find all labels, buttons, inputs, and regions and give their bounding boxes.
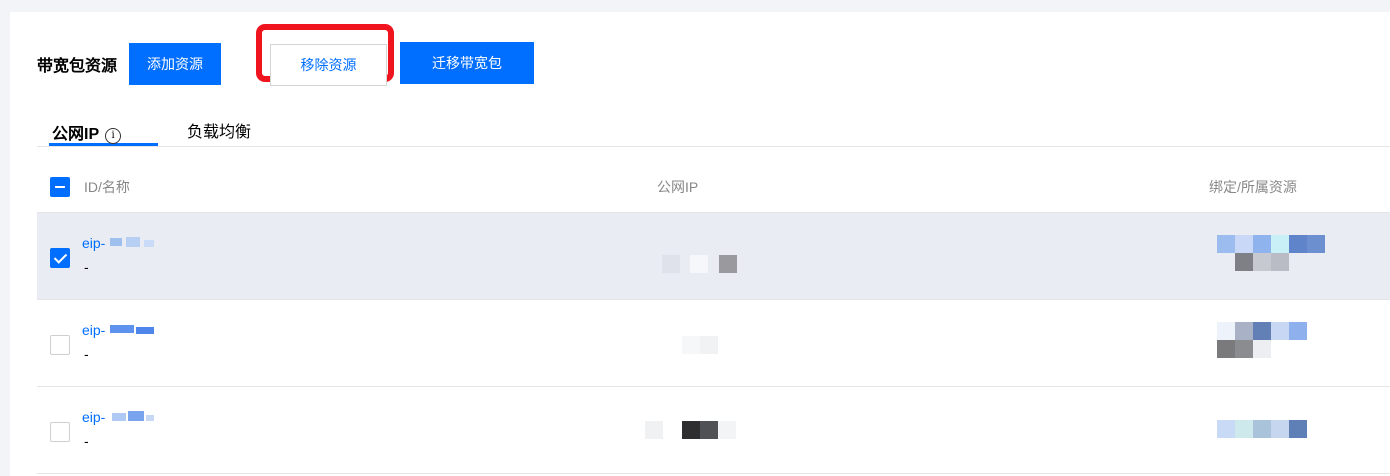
tab-public-ip[interactable]: 公网IP i <box>49 120 158 146</box>
row-checkbox[interactable] <box>50 335 70 355</box>
resource-tabs: 公网IP i 负载均衡 <box>37 112 1390 147</box>
column-header-id-name: ID/名称 <box>84 179 130 195</box>
table-header: ID/名称 公网IP 绑定/所属资源 <box>37 162 1390 213</box>
bandwidth-package-panel: 带宽包资源 添加资源 移除资源 迁移带宽包 公网IP i 负载均衡 ID/名称 公… <box>10 12 1390 476</box>
eip-name: - <box>84 346 89 362</box>
eip-id-link[interactable]: eip- <box>82 322 154 338</box>
section-title: 带宽包资源 <box>37 58 118 75</box>
table-row[interactable]: eip- - <box>37 387 1390 474</box>
row-checkbox[interactable] <box>50 422 70 442</box>
eip-id-link[interactable]: eip- <box>82 409 154 425</box>
tab-load-balancer[interactable]: 负载均衡 <box>187 118 251 144</box>
eip-id-link[interactable]: eip- <box>82 235 154 251</box>
tab-label: 公网IP <box>52 126 100 143</box>
add-resource-button[interactable]: 添加资源 <box>129 43 222 85</box>
table-row[interactable]: eip- - <box>37 213 1390 300</box>
column-header-bound-resource: 绑定/所属资源 <box>1209 179 1297 195</box>
select-all-checkbox[interactable] <box>50 177 70 197</box>
migrate-bandwidth-package-button[interactable]: 迁移带宽包 <box>400 42 534 84</box>
eip-name: - <box>84 259 89 275</box>
table-row[interactable]: eip- - <box>37 300 1390 387</box>
eip-name: - <box>84 433 89 449</box>
column-header-public-ip: 公网IP <box>657 179 699 195</box>
info-icon[interactable]: i <box>105 127 122 144</box>
row-checkbox[interactable] <box>50 248 70 268</box>
toolbar: 带宽包资源 添加资源 <box>37 42 222 86</box>
remove-resource-button[interactable]: 移除资源 <box>270 44 387 86</box>
